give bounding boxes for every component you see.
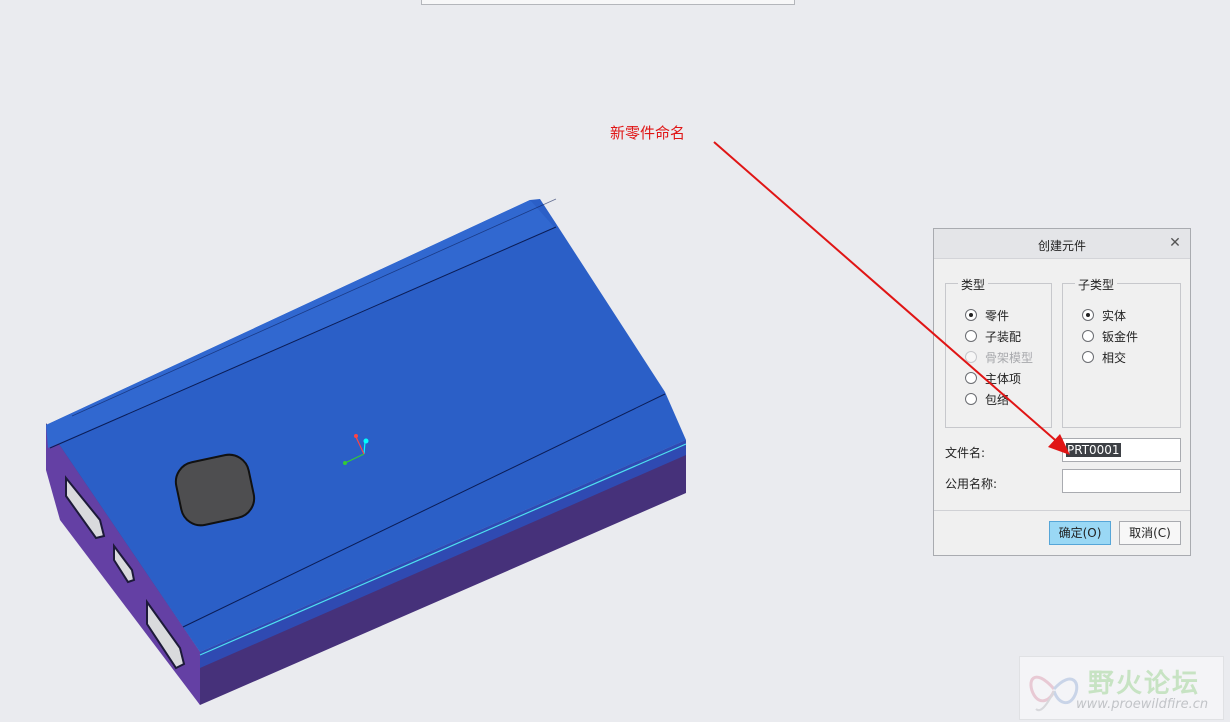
subtype-group-legend: 子类型: [1075, 276, 1118, 293]
watermark-url: www.proewildfire.cn: [1076, 697, 1209, 712]
radio-button-icon[interactable]: [965, 393, 977, 405]
radio-label: 主体项: [985, 371, 1022, 386]
type-group: 类型 零件 子装配 骨架模型 主体项 包络: [945, 276, 1052, 428]
cad-viewport[interactable]: 新零件命名 创建元件 ✕ 类型 零件 子装配 骨架模型 主体项 包络 子类型 实…: [0, 0, 1230, 722]
file-name-input[interactable]: PRT0001: [1062, 438, 1181, 462]
radio-label: 骨架模型: [985, 350, 1034, 365]
subtype-option-sheetmetal[interactable]: 钣金件: [1082, 328, 1138, 344]
file-name-label: 文件名:: [945, 446, 986, 460]
type-group-legend: 类型: [958, 276, 989, 293]
radio-button-icon[interactable]: [965, 309, 977, 321]
type-option-envelope[interactable]: 包络: [965, 391, 1009, 407]
ok-button[interactable]: 确定(O): [1049, 521, 1111, 545]
subtype-option-intersect[interactable]: 相交: [1082, 349, 1126, 365]
common-name-label: 公用名称:: [945, 477, 998, 491]
radio-button-icon[interactable]: [965, 330, 977, 342]
close-icon[interactable]: ✕: [1168, 235, 1182, 251]
type-option-skeleton: 骨架模型: [965, 349, 1033, 365]
type-option-bulk-item[interactable]: 主体项: [965, 370, 1021, 386]
type-option-subassembly[interactable]: 子装配: [965, 328, 1021, 344]
create-component-dialog[interactable]: 创建元件 ✕ 类型 零件 子装配 骨架模型 主体项 包络 子类型 实体 钣金件 …: [933, 228, 1191, 556]
dialog-title: 创建元件: [1037, 239, 1086, 253]
cancel-button[interactable]: 取消(C): [1119, 521, 1181, 545]
radio-button-icon[interactable]: [965, 372, 977, 384]
radio-label: 相交: [1102, 350, 1127, 365]
radio-button-icon: [965, 351, 977, 363]
subtype-group: 子类型 实体 钣金件 相交: [1062, 276, 1181, 428]
forum-watermark: 野火论坛 www.proewildfire.cn: [1019, 656, 1224, 720]
radio-label: 包络: [985, 392, 1010, 407]
radio-label: 子装配: [985, 329, 1022, 344]
butterfly-logo-icon: [1029, 675, 1079, 712]
radio-label: 实体: [1102, 308, 1127, 323]
dialog-title-bar[interactable]: 创建元件 ✕: [934, 229, 1190, 259]
annotation-label: 新零件命名: [610, 124, 686, 142]
dialog-separator: [934, 510, 1190, 511]
type-option-part[interactable]: 零件: [965, 307, 1009, 323]
radio-label: 钣金件: [1102, 329, 1139, 344]
watermark-title: 野火论坛: [1088, 669, 1201, 699]
subtype-option-solid[interactable]: 实体: [1082, 307, 1126, 323]
radio-button-icon[interactable]: [1082, 309, 1094, 321]
radio-button-icon[interactable]: [1082, 330, 1094, 342]
radio-label: 零件: [985, 308, 1010, 323]
common-name-input[interactable]: [1062, 469, 1181, 493]
radio-button-icon[interactable]: [1082, 351, 1094, 363]
file-name-value: PRT0001: [1066, 443, 1121, 457]
